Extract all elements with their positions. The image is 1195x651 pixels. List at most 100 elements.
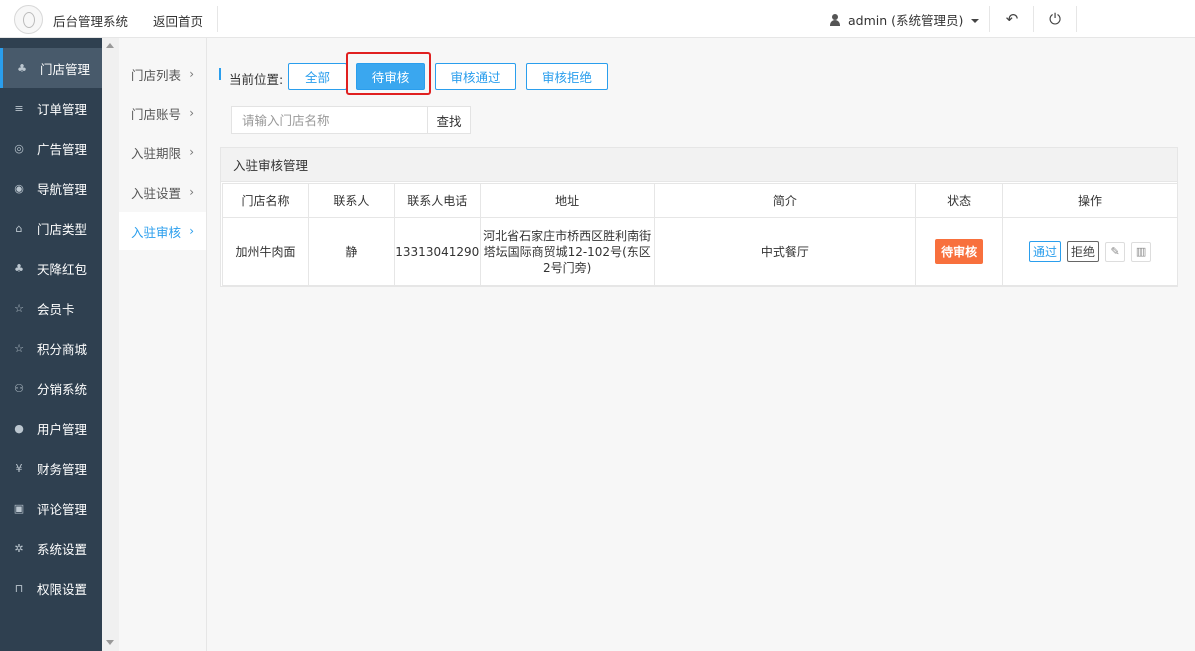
sidebar-item-label: 天降红包 (37, 261, 88, 277)
submenu-item-label: 入驻审核 (131, 224, 182, 240)
chevron-down-icon (971, 18, 980, 23)
intro-cell: 中式餐厅 (653, 217, 917, 286)
filter-all-button[interactable]: 全部 (288, 63, 347, 90)
sidebar-item-label: 门店类型 (37, 221, 88, 237)
stores-icon: ♣ (14, 261, 24, 275)
sidebar-item-orders[interactable]: ≡ 订单管理 (0, 88, 102, 128)
search-button[interactable]: 查找 (427, 106, 471, 134)
trash-icon[interactable]: ▥ (1131, 241, 1152, 262)
sidebar-item-ads[interactable]: ◎ 广告管理 (0, 128, 102, 168)
sidebar-item-permissions[interactable]: ⊓ 权限设置 (0, 568, 102, 608)
filter-rejected-button[interactable]: 审核拒绝 (526, 63, 608, 90)
logo (14, 5, 43, 34)
column-header: 联系人电话 (393, 183, 481, 218)
compass-icon: ◉ (14, 181, 24, 195)
undo-icon[interactable]: ↶ (1002, 9, 1022, 29)
power-icon[interactable]: ⏻ (1045, 9, 1065, 29)
user-icon (830, 13, 840, 26)
table-row: 加州牛肉面 静 13313041290 河北省石家庄市桥西区胜利南街塔坛国际商贸… (222, 217, 1178, 286)
table-header-row: 门店名称 联系人 联系人电话 地址 简介 状态 操作 (222, 183, 1178, 218)
bank-icon: ⌂ (15, 221, 23, 235)
submenu-item-store-list[interactable]: 门店列表 › (119, 55, 206, 93)
sidebar-item-nav[interactable]: ◉ 导航管理 (0, 168, 102, 208)
lock-icon: ⊓ (14, 581, 24, 595)
sidebar-item-red-packet[interactable]: ♣ 天降红包 (0, 248, 102, 288)
sidebar-item-points-mall[interactable]: ☆ 积分商城 (0, 328, 102, 368)
star-icon: ☆ (14, 301, 24, 315)
sidebar-item-distribution[interactable]: ⚇ 分销系统 (0, 368, 102, 408)
gear-icon: ✲ (14, 541, 24, 555)
submenu-item-settle-review[interactable]: 入驻审核 › (119, 212, 206, 250)
column-header: 操作 (1002, 183, 1178, 218)
highlight-box (346, 52, 431, 95)
sidebar-item-label: 会员卡 (37, 301, 75, 317)
submenu-item-settle-settings[interactable]: 入驻设置 › (119, 173, 206, 211)
divider (1033, 6, 1034, 32)
back-home-link[interactable]: 返回首页 (153, 11, 203, 30)
sidebar-item-label: 系统设置 (37, 541, 88, 557)
search-input[interactable] (231, 106, 428, 134)
divider (1076, 6, 1077, 32)
user-name: admin (系统管理员) (848, 13, 964, 28)
sidebar-item-settings[interactable]: ✲ 系统设置 (0, 528, 102, 568)
sidebar-item-label: 订单管理 (37, 101, 88, 117)
sidebar-item-label: 门店管理 (40, 61, 91, 77)
sidebar-item-store-types[interactable]: ⌂ 门店类型 (0, 208, 102, 248)
sidebar-item-stores[interactable]: ♣ 门店管理 (0, 48, 102, 88)
chevron-right-icon: › (189, 224, 194, 238)
column-header: 状态 (915, 183, 1004, 218)
sidebar-item-users[interactable]: ● 用户管理 (0, 408, 102, 448)
main-content: 当前位置: 全部 待审核 审核通过 审核拒绝 查找 入驻审核管理 门店名称 联系… (207, 38, 1195, 651)
panel-title: 入驻审核管理 (221, 148, 1177, 182)
chevron-right-icon: › (189, 185, 194, 199)
location-marker (219, 68, 221, 80)
sidebar-item-label: 积分商城 (37, 341, 88, 357)
sidebar-item-label: 用户管理 (37, 421, 88, 437)
sidebar-item-label: 广告管理 (37, 141, 88, 157)
approve-button[interactable]: 通过 (1029, 241, 1062, 262)
submenu-item-label: 门店列表 (131, 67, 182, 83)
reject-button[interactable]: 拒绝 (1067, 241, 1100, 262)
sidebar-item-label: 财务管理 (37, 461, 88, 477)
sidebar-item-label: 评论管理 (37, 501, 88, 517)
users-icon: ⚇ (14, 381, 24, 395)
submenu-item-store-accounts[interactable]: 门店账号 › (119, 94, 206, 132)
sidebar-scrollbar[interactable] (102, 38, 119, 651)
top-header: 后台管理系统 返回首页 admin (系统管理员) ↶ ⏻ (0, 0, 1195, 38)
chevron-right-icon: › (189, 67, 194, 81)
scroll-down-icon[interactable] (106, 640, 114, 645)
divider (989, 6, 990, 32)
submenu-item-label: 入驻设置 (131, 185, 182, 201)
submenu-item-settle-period[interactable]: 入驻期限 › (119, 133, 206, 171)
sidebar-item-label: 权限设置 (37, 581, 88, 597)
column-header: 门店名称 (222, 183, 309, 218)
column-header: 地址 (479, 183, 655, 218)
review-table: 门店名称 联系人 联系人电话 地址 简介 状态 操作 加州牛肉面 静 13313… (222, 183, 1178, 286)
location-label: 当前位置: (229, 72, 284, 87)
scroll-up-icon[interactable] (106, 43, 114, 48)
column-header: 简介 (653, 183, 917, 218)
address-cell: 河北省石家庄市桥西区胜利南街塔坛国际商贸城12-102号(东区2号门旁) (479, 217, 655, 286)
status-cell: 待审核 (915, 217, 1004, 286)
lifebuoy-icon: ◎ (14, 141, 24, 155)
column-header: 联系人 (307, 183, 395, 218)
sidebar-item-member-card[interactable]: ☆ 会员卡 (0, 288, 102, 328)
review-panel: 入驻审核管理 门店名称 联系人 联系人电话 地址 简介 状态 操作 加州牛肉面 (220, 147, 1178, 287)
chevron-right-icon: › (189, 145, 194, 159)
filter-approved-button[interactable]: 审核通过 (435, 63, 516, 90)
sidebar-item-label: 分销系统 (37, 381, 88, 397)
sidebar-item-comments[interactable]: ▣ 评论管理 (0, 488, 102, 528)
contact-cell: 静 (307, 217, 395, 286)
sidebar: ♣ 门店管理 ≡ 订单管理 ◎ 广告管理 ◉ 导航管理 ⌂ 门店类型 ♣ 天降红… (0, 38, 102, 651)
submenu-item-label: 门店账号 (131, 106, 182, 122)
sidebar-item-finance[interactable]: ¥ 财务管理 (0, 448, 102, 488)
submenu: 门店列表 › 门店账号 › 入驻期限 › 入驻设置 › 入驻审核 › (119, 38, 207, 651)
stores-icon: ♣ (17, 61, 27, 75)
chevron-right-icon: › (189, 106, 194, 120)
store-name-cell: 加州牛肉面 (222, 217, 309, 286)
edit-pencil-icon[interactable]: ✎ (1105, 241, 1126, 262)
actions-cell: 通过 拒绝 ✎ ▥ (1002, 217, 1178, 286)
sidebar-item-label: 导航管理 (37, 181, 88, 197)
user-menu[interactable]: admin (系统管理员) (830, 10, 980, 29)
user-icon: ● (14, 421, 24, 435)
